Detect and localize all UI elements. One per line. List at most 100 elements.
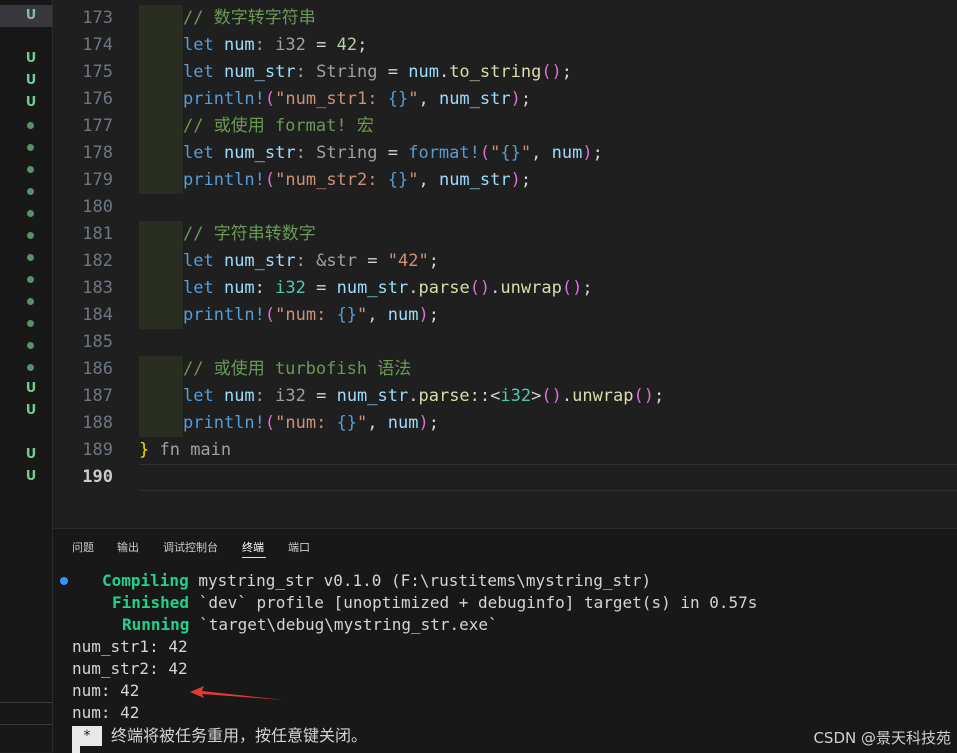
code-token: // 字符串转数字 [183, 224, 316, 244]
indent-guide [139, 302, 183, 329]
divider [0, 702, 52, 703]
code-line: // 或使用 format! 宏 [183, 113, 374, 140]
code-token: ; [520, 89, 532, 109]
indent-guide [139, 275, 183, 302]
code-line: let num: i32 = num_str.parse::<i32>().un… [183, 383, 664, 410]
code-token: ( [264, 89, 276, 109]
indent-guide [139, 86, 183, 113]
code-line: let num_str: &str = "42"; [183, 248, 439, 275]
tab-output[interactable]: 输出 [117, 539, 139, 555]
tab-terminal[interactable]: 终端 [242, 539, 264, 555]
line-number: 177 [82, 116, 113, 136]
git-untracked-mark: U [25, 95, 37, 110]
code-token: , [418, 170, 439, 190]
code-token: i32 [500, 386, 532, 406]
indent-guide [139, 410, 183, 437]
code-token: , [418, 89, 439, 109]
running-label: Running [122, 615, 190, 634]
code-token: " [357, 413, 368, 433]
code-token: : &str [295, 251, 358, 271]
code-token: ; [520, 170, 532, 190]
code-token: = [305, 35, 337, 55]
code-token: let [183, 62, 224, 82]
code-token: ( [264, 305, 276, 325]
code-token: num_str [336, 278, 409, 298]
line-number: 181 [82, 224, 113, 244]
csdn-watermark: CSDN @景天科技苑 [813, 729, 951, 747]
terminal-output-line: num: 42 [72, 681, 140, 700]
code-token: "num: [275, 305, 337, 325]
git-modified-dot-icon [27, 166, 34, 173]
code-token: let [183, 251, 224, 271]
indent-guide [139, 32, 183, 59]
code-token: {} [387, 170, 409, 190]
code-token: let [183, 386, 224, 406]
finished-label: Finished [112, 593, 190, 612]
code-token: ; [428, 251, 439, 271]
tab-ports[interactable]: 端口 [288, 539, 310, 555]
code-token: ; [357, 35, 368, 55]
finished-text: `dev` profile [unoptimized + debuginfo] … [189, 593, 758, 612]
code-token: {} [336, 305, 358, 325]
active-tab-underline [242, 557, 266, 558]
code-token: // 或使用 turbofish 语法 [183, 359, 412, 379]
code-token: println! [183, 170, 265, 190]
code-token: parse [418, 278, 470, 298]
code-token: num [223, 278, 255, 298]
tab-debug-console[interactable]: 调试控制台 [163, 539, 218, 555]
tab-problems[interactable]: 问题 [72, 539, 94, 555]
code-token: num [387, 413, 419, 433]
line-number: 179 [82, 170, 113, 190]
code-token: () [633, 386, 654, 406]
code-token: = [357, 251, 388, 271]
git-modified-dot-icon [27, 342, 34, 349]
terminal-reuse-notice: 终端将被任务重用，按任意键关闭。 [111, 726, 368, 745]
code-editor[interactable]: 173// 数字转字符串 174 let num: i32 = 42; 175 let … [53, 0, 957, 528]
code-token: ) [582, 143, 593, 163]
git-modified-dot-icon [27, 210, 34, 217]
code-line: println!("num_str1: {}", num_str); [183, 86, 531, 113]
code-token: num_str [223, 62, 296, 82]
git-modified-dot-icon [27, 188, 34, 195]
code-token: ( [264, 413, 276, 433]
code-token: , [367, 413, 388, 433]
line-number: 178 [82, 143, 113, 163]
code-line: let num_str: String = format!("{}", num)… [183, 140, 603, 167]
command-status-dot-icon[interactable] [60, 577, 68, 585]
line-number: 173 [82, 8, 113, 28]
code-token: . [408, 278, 419, 298]
code-token: 42 [336, 35, 358, 55]
terminal-star-badge: * [72, 726, 102, 746]
code-token: println! [183, 89, 265, 109]
code-token: // 或使用 format! 宏 [183, 116, 374, 136]
git-modified-dot-icon [27, 122, 34, 129]
code-token: . [561, 386, 573, 406]
code-token: num_str [223, 143, 296, 163]
code-token: {} [336, 413, 358, 433]
code-line: // 字符串转数字 [183, 221, 316, 248]
code-line: // 数字转字符串 [183, 5, 316, 32]
code-token: , [367, 305, 388, 325]
git-untracked-mark: U [25, 381, 37, 396]
code-line: // 或使用 turbofish 语法 [183, 356, 411, 383]
code-token: ) [418, 413, 429, 433]
git-untracked-mark: U [25, 403, 37, 418]
code-token: "42" [387, 251, 429, 271]
code-token: ; [654, 386, 665, 406]
indent-guide [139, 221, 183, 248]
code-token: . [408, 386, 419, 406]
git-modified-dot-icon [27, 276, 34, 283]
terminal-output-line: num_str2: 42 [72, 659, 188, 678]
code-token: num_str [223, 251, 296, 271]
code-token: () [541, 62, 562, 82]
terminal-line-running: Running `target\debug\mystring_str.exe` [72, 614, 498, 636]
code-token: . [490, 278, 501, 298]
code-token: ) [418, 305, 429, 325]
code-token: unwrap [500, 278, 562, 298]
divider [0, 724, 52, 725]
code-token: num [408, 62, 439, 82]
code-line: let num: i32 = 42; [183, 32, 367, 59]
bottom-panel: 问题 输出 调试控制台 终端 端口 Compiling mystring_str… [53, 528, 957, 753]
terminal-output-line: num_str1: 42 [72, 637, 188, 656]
line-number: 188 [82, 413, 113, 433]
